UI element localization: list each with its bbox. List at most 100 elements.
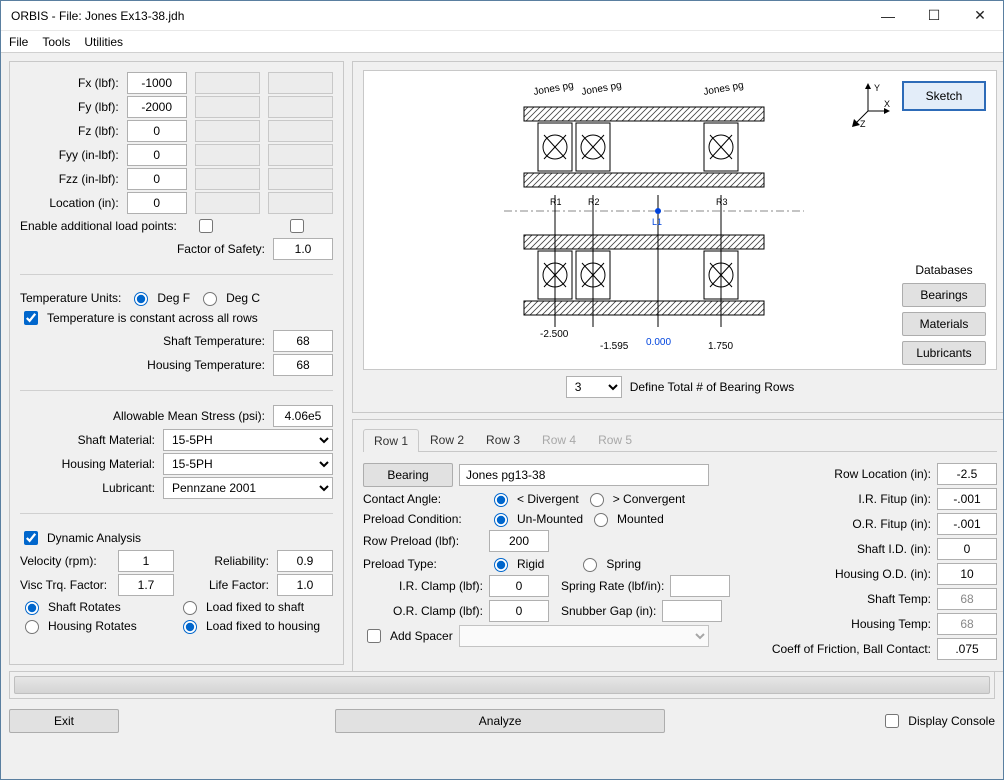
tab-row3[interactable]: Row 3 (475, 428, 531, 451)
housing-od-input[interactable] (937, 563, 997, 585)
ir-clamp-label: I.R. Clamp (lbf): (363, 579, 483, 593)
snubber-gap-label: Snubber Gap (in): (561, 604, 656, 618)
bearing-button[interactable]: Bearing (363, 463, 453, 487)
menu-tools[interactable]: Tools (42, 35, 70, 49)
convergent-radio[interactable]: > Convergent (585, 490, 685, 507)
svg-text:0.000: 0.000 (646, 337, 671, 348)
svg-text:R2: R2 (588, 197, 600, 207)
shaft-temp-input[interactable] (273, 330, 333, 352)
shaft-id-label: Shaft I.D. (in): (766, 542, 931, 556)
bearing-rows-select[interactable]: 3 (566, 376, 622, 398)
shaft-rotates-radio[interactable]: Shaft Rotates (20, 598, 170, 615)
rigid-radio[interactable]: Rigid (489, 555, 544, 572)
housing-temp-input[interactable] (273, 354, 333, 376)
fz-extra1 (195, 120, 260, 142)
bearing-rows-label: Define Total # of Bearing Rows (630, 380, 795, 394)
fx-input[interactable] (127, 72, 187, 94)
tab-row1[interactable]: Row 1 (363, 429, 419, 452)
lifefactor-label: Life Factor: (182, 578, 269, 592)
shaft-temp-label: Shaft Temperature: (163, 334, 265, 348)
housing-temp-row-input (937, 613, 997, 635)
svg-text:Y: Y (874, 83, 880, 93)
fyy-extra2 (268, 144, 333, 166)
housing-temp-row-label: Housing Temp: (766, 617, 931, 631)
spring-rate-label: Spring Rate (lbf/in): (561, 579, 664, 593)
visc-label: Visc Trq. Factor: (20, 578, 110, 592)
bearing-name-input[interactable] (459, 464, 709, 486)
fy-input[interactable] (127, 96, 187, 118)
degF-radio[interactable]: Deg F (129, 289, 190, 306)
shaft-id-input[interactable] (937, 538, 997, 560)
row-preload-label: Row Preload (lbf): (363, 534, 483, 548)
close-button[interactable]: ✕ (957, 1, 1003, 31)
ams-label: Allowable Mean Stress (psi): (113, 409, 265, 423)
menu-utilities[interactable]: Utilities (84, 35, 123, 49)
load-fixed-housing-radio[interactable]: Load fixed to housing (178, 617, 320, 634)
ir-fitup-label: I.R. Fitup (in): (766, 492, 931, 506)
svg-text:R3: R3 (716, 197, 728, 207)
loads-section: Fx (lbf): Fy (lbf): Fz (lbf): Fyy (in-lb… (20, 70, 333, 262)
visc-input[interactable] (118, 574, 174, 596)
materials-db-button[interactable]: Materials (902, 312, 986, 336)
unmounted-radio[interactable]: Un-Mounted (489, 510, 583, 527)
svg-text:Jones pg: Jones pg (533, 80, 575, 98)
dynamic-section: Dynamic Analysis Velocity (rpm): Reliabi… (20, 526, 333, 636)
housing-rotates-radio[interactable]: Housing Rotates (20, 617, 170, 634)
ir-clamp-input[interactable] (489, 575, 549, 597)
lubricants-db-button[interactable]: Lubricants (902, 341, 986, 365)
svg-text:Z: Z (860, 119, 866, 129)
load-fixed-shaft-radio[interactable]: Load fixed to shaft (178, 598, 304, 615)
row-preload-input[interactable] (489, 530, 549, 552)
shaft-mat-select[interactable]: 15-5PH (163, 429, 333, 451)
spring-radio[interactable]: Spring (578, 555, 641, 572)
fzz-extra2 (268, 168, 333, 190)
fzz-input[interactable] (127, 168, 187, 190)
temp-constant-chk[interactable]: Temperature is constant across all rows (20, 308, 258, 328)
reliability-input[interactable] (277, 550, 333, 572)
cof-input[interactable] (937, 638, 997, 660)
lifefactor-input[interactable] (277, 574, 333, 596)
bearings-db-button[interactable]: Bearings (902, 283, 986, 307)
display-console-chk[interactable]: Display Console (881, 711, 995, 731)
sketch-button[interactable]: Sketch (902, 81, 986, 111)
loc-extra2 (268, 192, 333, 214)
fos-input[interactable] (273, 238, 333, 260)
fz-extra2 (268, 120, 333, 142)
analyze-button[interactable]: Analyze (335, 709, 665, 733)
velocity-label: Velocity (rpm): (20, 554, 110, 568)
row-tabs: Row 1 Row 2 Row 3 Row 4 Row 5 (363, 428, 997, 452)
fz-input[interactable] (127, 120, 187, 142)
minimize-button[interactable]: — (865, 1, 911, 31)
ams-input[interactable] (273, 405, 333, 427)
preload-cond-label: Preload Condition: (363, 512, 483, 526)
or-clamp-input[interactable] (489, 600, 549, 622)
lubricant-select[interactable]: Pennzane 2001 (163, 477, 333, 499)
add-spacer-chk[interactable]: Add Spacer (363, 626, 453, 646)
degC-radio[interactable]: Deg C (198, 289, 260, 306)
bottom-bar: Exit Analyze Display Console (9, 705, 995, 733)
enable-addl-chk2[interactable] (290, 219, 304, 233)
fx-extra1 (195, 72, 260, 94)
exit-button[interactable]: Exit (9, 709, 119, 733)
maximize-button[interactable]: ☐ (911, 1, 957, 31)
mounted-radio[interactable]: Mounted (589, 510, 664, 527)
tab-row2[interactable]: Row 2 (419, 428, 475, 451)
location-input[interactable] (127, 192, 187, 214)
housing-od-label: Housing O.D. (in): (766, 567, 931, 581)
fyy-input[interactable] (127, 144, 187, 166)
loc-extra1 (195, 192, 260, 214)
materials-section: Allowable Mean Stress (psi): Shaft Mater… (20, 403, 333, 501)
housing-mat-select[interactable]: 15-5PH (163, 453, 333, 475)
divergent-radio[interactable]: < Divergent (489, 490, 579, 507)
lubricant-label: Lubricant: (20, 481, 155, 495)
velocity-input[interactable] (118, 550, 174, 572)
preload-type-label: Preload Type: (363, 557, 483, 571)
svg-text:-2.500: -2.500 (540, 329, 569, 340)
row-location-input[interactable] (937, 463, 997, 485)
dynamic-analysis-chk[interactable]: Dynamic Analysis (20, 528, 141, 548)
svg-text:Jones pg: Jones pg (703, 80, 745, 98)
menu-file[interactable]: File (9, 35, 28, 49)
enable-addl-chk1[interactable] (199, 219, 213, 233)
ir-fitup-input[interactable] (937, 488, 997, 510)
or-fitup-input[interactable] (937, 513, 997, 535)
